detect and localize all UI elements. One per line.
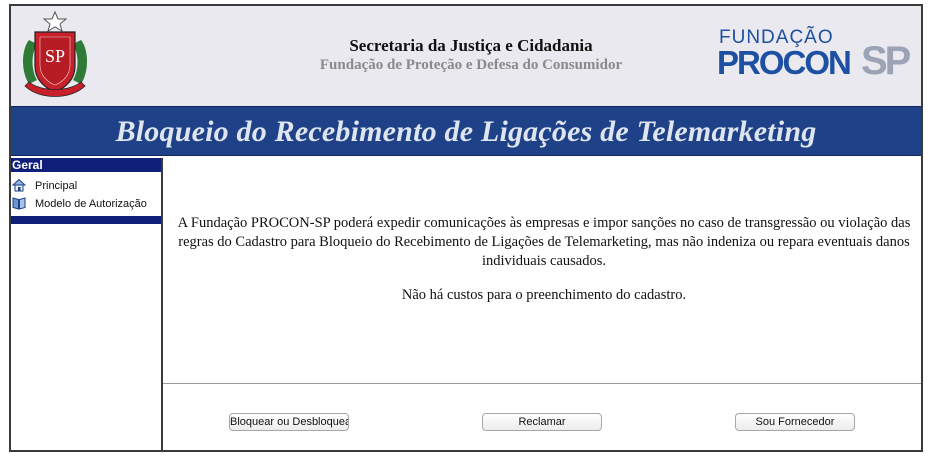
header: SP Secretaria da Justiça e Cidadania Fun… [11, 6, 921, 106]
procon-sp-logo: FUNDAÇÃO PROCON SP [717, 28, 917, 84]
page-banner: Bloqueio do Recebimento de Ligações de T… [11, 106, 921, 156]
cost-note: Não há custos para o preenchimento do ca… [401, 287, 687, 303]
sidebar-heading: Geral [12, 158, 43, 172]
supplier-button[interactable]: Sou Fornecedor [735, 413, 855, 431]
sidebar-item-principal[interactable]: Principal [11, 177, 161, 194]
logo-sp-text: SP [861, 39, 911, 83]
sidebar-list: Principal Modelo de Autorização [11, 172, 161, 216]
block-unblock-button[interactable]: Bloquear ou Desbloquear [229, 413, 349, 431]
header-subtitle: Fundação de Proteção e Defesa do Consumi… [319, 57, 623, 73]
header-title: Secretaria da Justiça e Cidadania [349, 36, 593, 55]
page-title: Bloqueio do Recebimento de Ligações de T… [115, 115, 817, 148]
sidebar-item-label: Modelo de Autorização [35, 198, 147, 210]
sidebar-item-label: Principal [35, 180, 78, 192]
sidebar: Geral Principal Modelo de Autorização [11, 158, 161, 450]
sp-state-seal: SP [23, 10, 87, 97]
book-icon [12, 197, 26, 210]
home-icon [12, 178, 26, 192]
info-paragraph: A Fundação PROCON-SP poderá expedir comu… [177, 215, 911, 269]
page-frame: SP Secretaria da Justiça e Cidadania Fun… [9, 4, 923, 452]
sidebar-item-modelo-autorizacao[interactable]: Modelo de Autorização [11, 195, 161, 212]
sidebar-menu-box: Geral Principal Modelo de Autorização [11, 158, 161, 224]
seal-letters: SP [45, 46, 65, 66]
content-divider [163, 383, 921, 384]
main-content: A Fundação PROCON-SP poderá expedir comu… [163, 158, 921, 384]
complain-button[interactable]: Reclamar [482, 413, 602, 431]
logo-main-text: PROCON [717, 44, 852, 81]
